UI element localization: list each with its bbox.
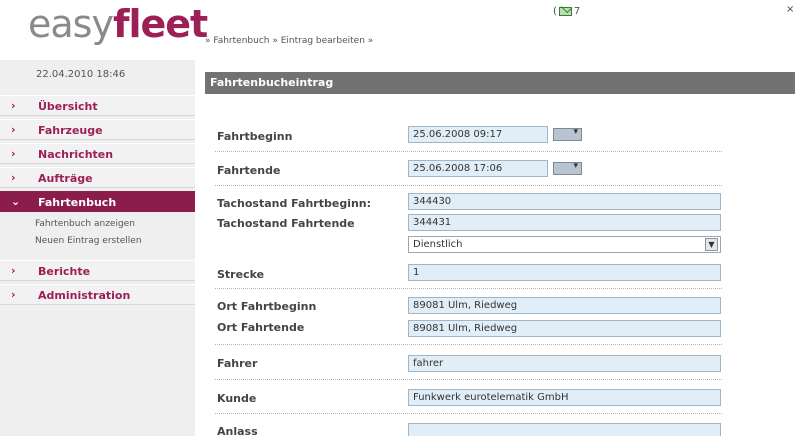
main-content: Fahrtenbucheintrag Fahrtbeginn 25.06.200…: [205, 60, 795, 436]
fahrer-label: Fahrer: [217, 357, 258, 370]
logo-part-fleet: fleet: [112, 2, 208, 46]
entry-form: Fahrtbeginn 25.06.2008 09:17 Fahrtende 2…: [205, 94, 795, 436]
fahrtbeginn-label: Fahrtbeginn: [217, 130, 293, 143]
separator: [215, 413, 722, 414]
chevron-right-icon: ›: [11, 264, 16, 277]
tacho-beginn-field[interactable]: 344430: [408, 193, 721, 210]
breadcrumb[interactable]: » Fahrtenbuch » Eintrag bearbeiten »: [205, 36, 373, 46]
ort-ende-field[interactable]: 89081 Ulm, Riedweg: [408, 320, 721, 337]
sidebar-item-label: Berichte: [38, 265, 91, 278]
strecke-label: Strecke: [217, 268, 265, 281]
sidebar-item-auftraege[interactable]: › Aufträge: [0, 167, 195, 188]
fahrtbeginn-field[interactable]: 25.06.2008 09:17: [408, 126, 548, 143]
envelope-icon: [558, 7, 572, 16]
calendar-icon[interactable]: [553, 127, 582, 141]
tacho-ende-label: Tachostand Fahrtende: [217, 217, 355, 230]
logo[interactable]: easyfleet: [28, 2, 208, 46]
chevron-right-icon: ›: [11, 288, 16, 301]
fahrtende-field[interactable]: 25.06.2008 17:06: [408, 160, 548, 177]
fahrer-field[interactable]: fahrer: [408, 355, 721, 372]
ort-beginn-label: Ort Fahrtbeginn: [217, 300, 317, 313]
sidebar-item-label: Fahrzeuge: [38, 124, 103, 137]
sidebar-item-nachrichten[interactable]: › Nachrichten: [0, 143, 195, 164]
fahrttyp-value: Dienstlich: [413, 239, 463, 250]
tacho-beginn-label: Tachostand Fahrtbeginn:: [217, 197, 372, 210]
sidebar-item-fahrzeuge[interactable]: › Fahrzeuge: [0, 119, 195, 140]
chevron-right-icon: ›: [11, 171, 16, 184]
panel-header: Fahrtenbucheintrag: [205, 72, 795, 94]
anlass-label: Anlass: [217, 425, 258, 436]
sidebar-item-berichte[interactable]: › Berichte: [0, 260, 195, 281]
separator: [215, 288, 722, 289]
chevron-down-icon[interactable]: ▼: [705, 238, 718, 251]
header: easyfleet » Fahrtenbuch » Eintrag bearbe…: [0, 0, 795, 60]
mail-count: 7: [573, 6, 581, 17]
anlass-field[interactable]: [408, 423, 721, 436]
separator: [215, 379, 722, 380]
separator: [215, 344, 722, 345]
sidebar: 22.04.2010 18:46 › Übersicht › Fahrzeuge…: [0, 60, 195, 436]
sidebar-item-label: Übersicht: [38, 100, 98, 113]
sidebar-item-uebersicht[interactable]: › Übersicht: [0, 95, 195, 116]
separator: [215, 185, 722, 186]
chevron-right-icon: ›: [11, 99, 16, 112]
ort-beginn-field[interactable]: 89081 Ulm, Riedweg: [408, 297, 721, 314]
tacho-ende-field[interactable]: 344431: [408, 214, 721, 231]
separator: [215, 151, 722, 152]
sidebar-item-label: Administration: [38, 289, 131, 302]
chevron-right-icon: ›: [11, 123, 16, 136]
kunde-field[interactable]: Funkwerk eurotelematik GmbH: [408, 389, 721, 406]
submenu-fahrtenbuch-anzeigen[interactable]: Fahrtenbuch anzeigen: [35, 219, 135, 229]
calendar-icon[interactable]: [553, 161, 582, 175]
fahrtende-label: Fahrtende: [217, 164, 281, 177]
current-datetime: 22.04.2010 18:46: [36, 69, 126, 80]
ort-ende-label: Ort Fahrtende: [217, 321, 305, 334]
sidebar-item-administration[interactable]: › Administration: [0, 284, 195, 305]
fahrttyp-select[interactable]: Dienstlich ▼: [408, 236, 721, 253]
sidebar-item-label: Aufträge: [38, 172, 93, 185]
page-title: Fahrtenbucheintrag: [210, 76, 334, 89]
fahrtenbuch-submenu: Fahrtenbuch anzeigen Neuen Eintrag erste…: [0, 213, 195, 260]
logo-part-easy: easy: [28, 2, 114, 46]
sidebar-item-label: Nachrichten: [38, 148, 114, 161]
sidebar-item-label: Fahrtenbuch: [38, 196, 117, 209]
close-icon[interactable]: ×: [786, 4, 794, 15]
kunde-label: Kunde: [217, 392, 257, 405]
strecke-field[interactable]: 1: [408, 264, 721, 281]
chevron-right-icon: ›: [11, 147, 16, 160]
mail-indicator[interactable]: ( 7: [553, 6, 580, 17]
submenu-neuen-eintrag-erstellen[interactable]: Neuen Eintrag erstellen: [35, 236, 142, 246]
sidebar-item-fahrtenbuch[interactable]: ⌄ Fahrtenbuch: [0, 191, 195, 212]
chevron-down-icon: ⌄: [11, 195, 21, 208]
